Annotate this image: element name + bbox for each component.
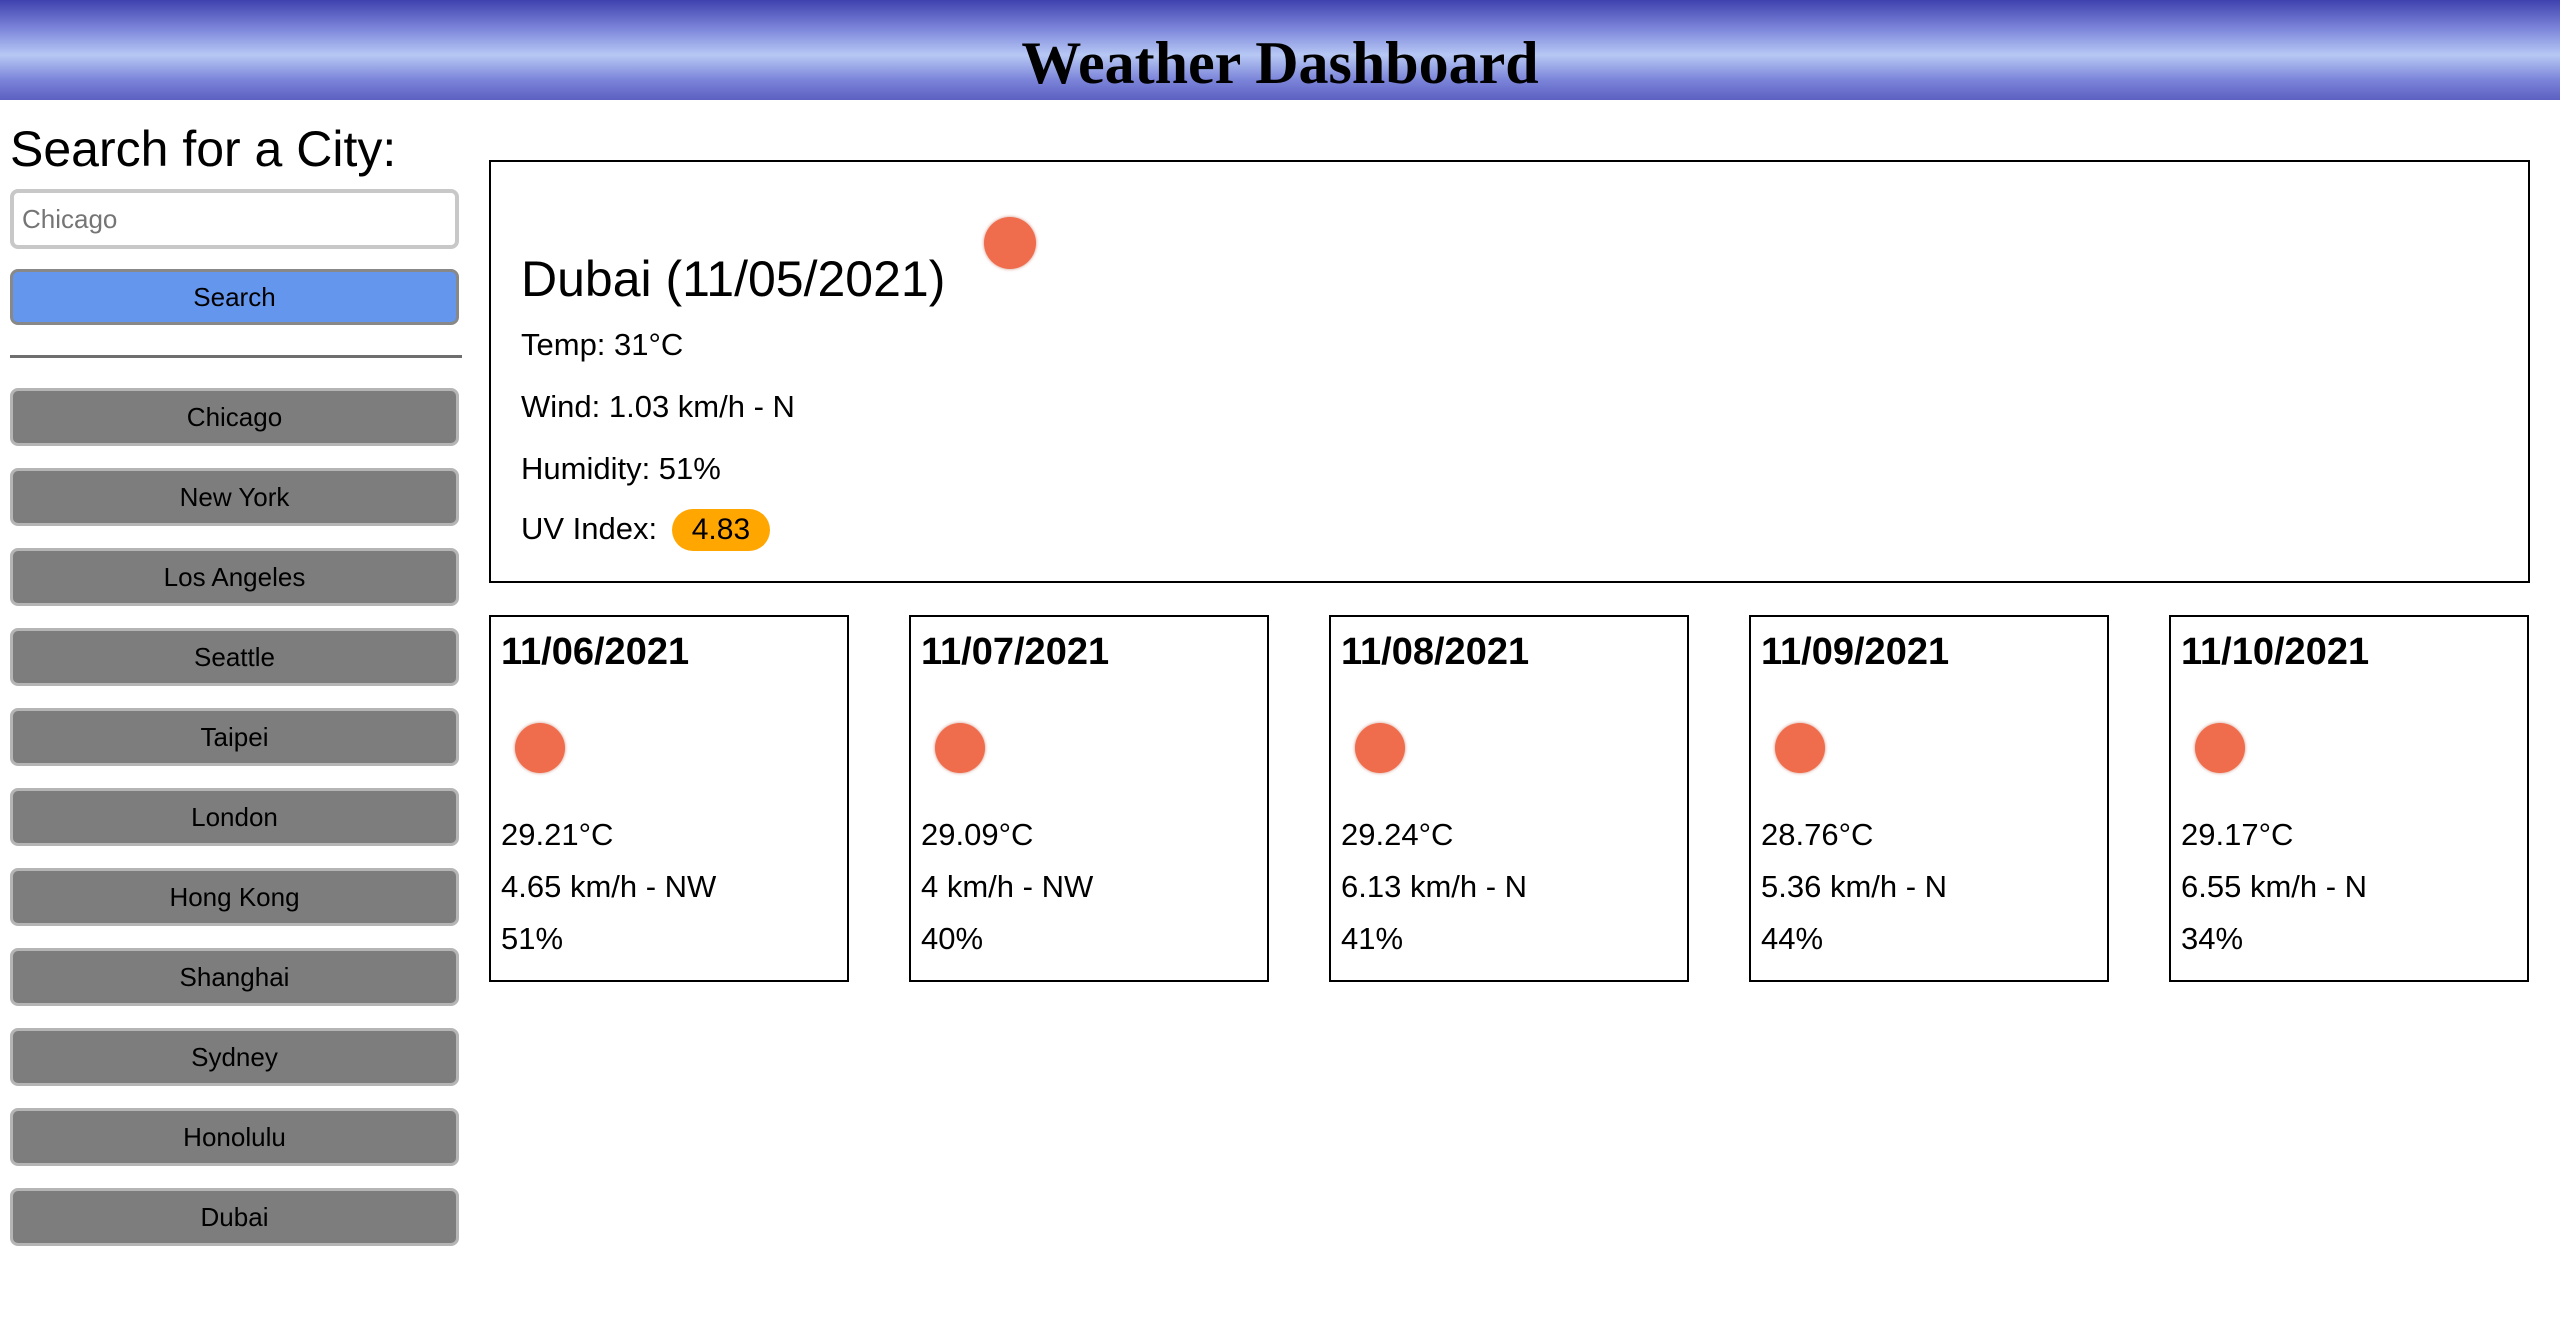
current-uv-row: UV Index: 4.83	[521, 509, 771, 551]
forecast-date: 11/06/2021	[501, 631, 690, 673]
forecast-temp: 28.76°C	[1761, 817, 1874, 852]
forecast-card: 11/10/2021 29.17°C 6.55 km/h - N 34%	[2169, 615, 2529, 982]
forecast-humidity: 41%	[1341, 921, 1404, 956]
sun-icon	[2195, 723, 2245, 773]
forecast-humidity: 34%	[2181, 921, 2244, 956]
forecast-temp: 29.17°C	[2181, 817, 2294, 852]
forecast-humidity: 40%	[921, 921, 984, 956]
forecast-temp: 29.09°C	[921, 817, 1034, 852]
search-history-list: Chicago New York Los Angeles Seattle Tai…	[10, 388, 462, 1246]
sun-icon	[515, 723, 565, 773]
history-city-button[interactable]: Dubai	[10, 1188, 459, 1246]
forecast-card: 11/08/2021 29.24°C 6.13 km/h - N 41%	[1329, 615, 1689, 982]
forecast-card: 11/09/2021 28.76°C 5.36 km/h - N 44%	[1749, 615, 2109, 982]
forecast-card: 11/07/2021 29.09°C 4 km/h - NW 40%	[909, 615, 1269, 982]
forecast-date: 11/09/2021	[1761, 631, 1950, 673]
sidebar-divider	[10, 355, 462, 358]
forecast-wind: 6.13 km/h - N	[1341, 869, 1528, 904]
forecast-wind: 5.36 km/h - N	[1761, 869, 1948, 904]
forecast-humidity: 44%	[1761, 921, 1824, 956]
forecast-temp: 29.21°C	[501, 817, 614, 852]
sidebar: Search for a City: Search Chicago New Yo…	[10, 122, 462, 1268]
forecast-wind: 4 km/h - NW	[921, 869, 1094, 904]
current-humidity: Humidity: 51%	[521, 451, 721, 486]
search-label: Search for a City:	[10, 121, 397, 177]
current-weather-card: Dubai (11/05/2021) Temp: 31°C Wind: 1.03…	[489, 160, 2530, 583]
current-wind: Wind: 1.03 km/h - N	[521, 389, 795, 424]
forecast-date: 11/10/2021	[2181, 631, 2370, 673]
history-city-button[interactable]: Honolulu	[10, 1108, 459, 1166]
sun-icon	[984, 217, 1036, 269]
history-city-button[interactable]: Shanghai	[10, 948, 459, 1006]
history-city-button[interactable]: London	[10, 788, 459, 846]
uv-index-badge: 4.83	[671, 509, 771, 551]
forecast-date: 11/07/2021	[921, 631, 1110, 673]
page-header: Weather Dashboard	[0, 0, 2560, 100]
sun-icon	[1775, 723, 1825, 773]
forecast-card: 11/06/2021 29.21°C 4.65 km/h - NW 51%	[489, 615, 849, 982]
current-temp: Temp: 31°C	[521, 327, 684, 362]
city-search-input[interactable]	[10, 189, 459, 249]
sun-icon	[1355, 723, 1405, 773]
history-city-button[interactable]: Taipei	[10, 708, 459, 766]
uv-label: UV Index:	[521, 511, 658, 546]
sun-icon	[935, 723, 985, 773]
history-city-button[interactable]: Hong Kong	[10, 868, 459, 926]
main-layout: Search for a City: Search Chicago New Yo…	[0, 100, 2560, 1324]
current-city-title: Dubai (11/05/2021)	[521, 251, 946, 307]
history-city-button[interactable]: Seattle	[10, 628, 459, 686]
history-city-button[interactable]: Chicago	[10, 388, 459, 446]
history-city-button[interactable]: Los Angeles	[10, 548, 459, 606]
history-city-button[interactable]: New York	[10, 468, 459, 526]
history-city-button[interactable]: Sydney	[10, 1028, 459, 1086]
forecast-wind: 6.55 km/h - N	[2181, 869, 2368, 904]
forecast-wind: 4.65 km/h - NW	[501, 869, 717, 904]
search-button[interactable]: Search	[10, 269, 459, 325]
forecast-date: 11/08/2021	[1341, 631, 1530, 673]
forecast-temp: 29.24°C	[1341, 817, 1454, 852]
page-title: Weather Dashboard	[1021, 29, 1539, 96]
forecast-humidity: 51%	[501, 921, 564, 956]
